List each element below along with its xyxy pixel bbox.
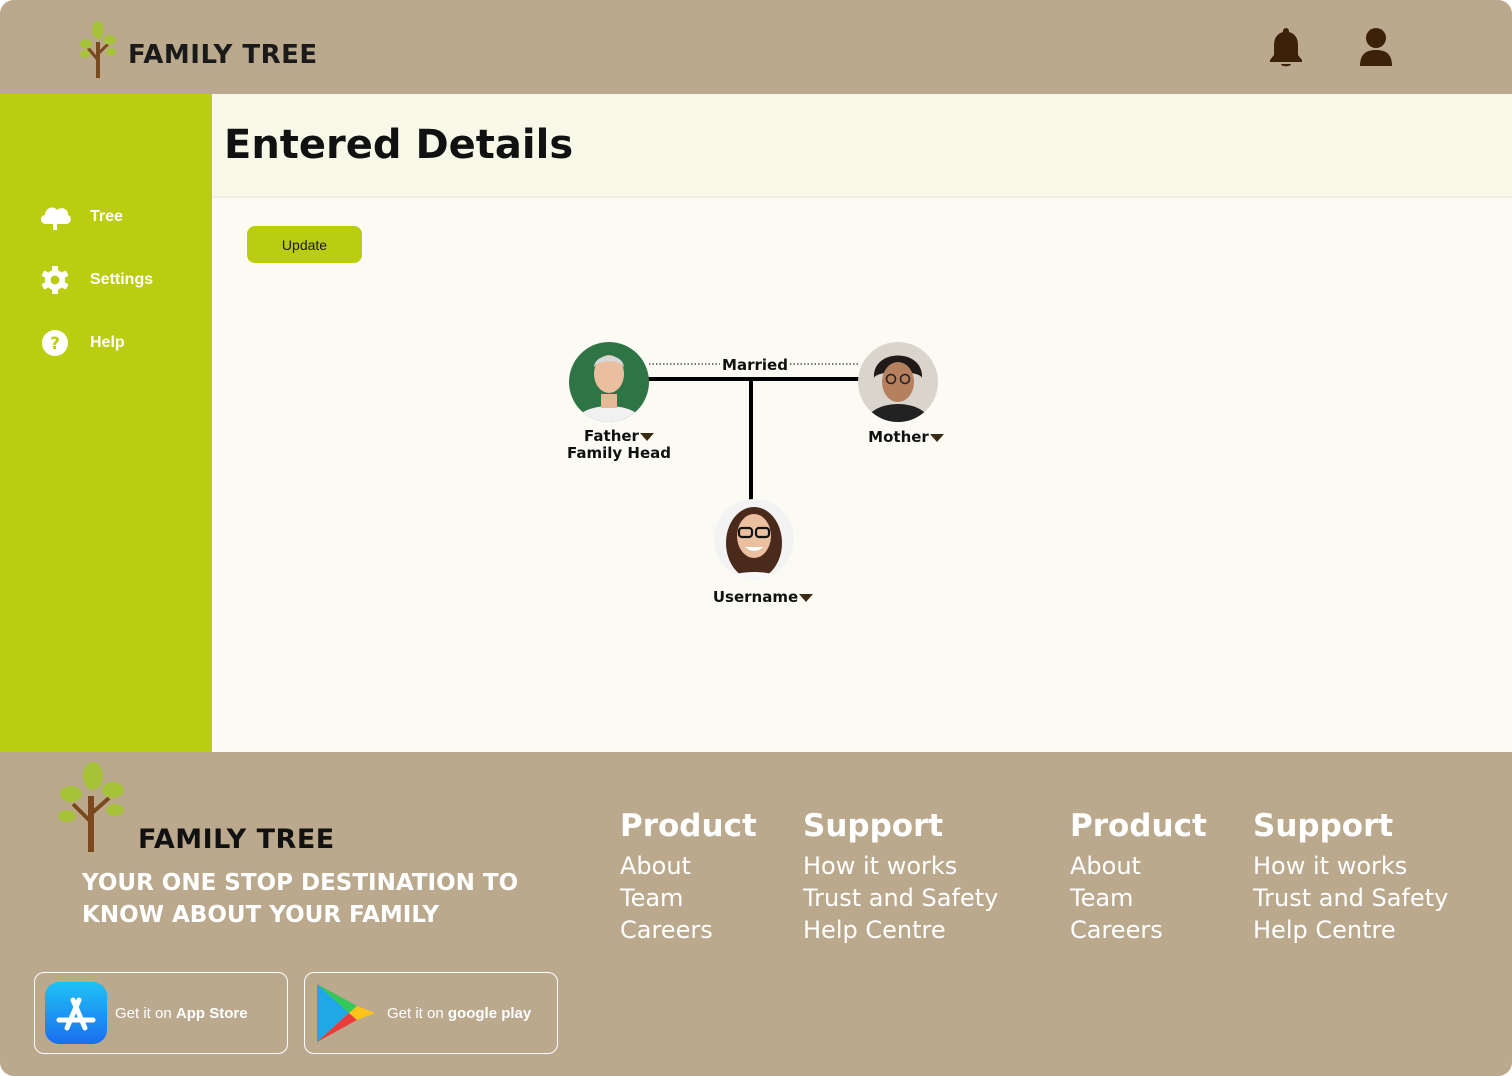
- footer-col-product-2: Product About Team Careers: [1070, 808, 1207, 946]
- child-node-label: Username: [708, 588, 818, 606]
- sidebar: Tree Settings ? Help: [0, 94, 212, 752]
- footer-link-careers[interactable]: Careers: [620, 914, 757, 946]
- footer-link-trust-safety[interactable]: Trust and Safety: [1253, 882, 1448, 914]
- user-icon[interactable]: [1356, 26, 1396, 68]
- footer-col-heading: Product: [1070, 808, 1207, 844]
- tree-logo-icon: [58, 762, 124, 852]
- footer-col-heading: Support: [803, 808, 944, 844]
- footer-brand-title: FAMILY TREE: [138, 824, 335, 855]
- footer-col-support-2: Support How it works Trust and Safety He…: [1253, 808, 1448, 946]
- app-store-button[interactable]: Get it on App Store: [34, 972, 288, 1054]
- child-avatar[interactable]: [714, 499, 794, 592]
- sidebar-item-settings[interactable]: Settings: [38, 263, 153, 297]
- google-play-name: google play: [447, 1004, 532, 1022]
- footer-link-how-it-works[interactable]: How it works: [1253, 850, 1448, 882]
- footer-col-product-1: Product About Team Careers: [620, 808, 757, 946]
- mother-dropdown-caret[interactable]: [929, 433, 944, 442]
- footer-col-heading: Support: [1253, 808, 1394, 844]
- top-header: FAMILY TREE: [0, 0, 1512, 94]
- footer-tagline: YOUR ONE STOP DESTINATION TO KNOW ABOUT …: [82, 870, 519, 928]
- footer-col-support-1: Support How it works Trust and Safety He…: [803, 808, 998, 946]
- footer-link-trust-safety[interactable]: Trust and Safety: [803, 882, 998, 914]
- father-node-label: Father Family Head: [564, 428, 674, 462]
- father-label: Father: [584, 427, 639, 445]
- google-play-button[interactable]: Get it on google play: [304, 972, 558, 1054]
- gear-icon: [38, 263, 72, 297]
- footer-col-heading: Product: [620, 808, 757, 844]
- tree-logo-icon: [80, 21, 116, 78]
- footer-link-team[interactable]: Team: [1070, 882, 1207, 914]
- app-store-text: Get it on App Store: [115, 1005, 248, 1022]
- footer-link-help-centre[interactable]: Help Centre: [1253, 914, 1448, 946]
- footer-link-about[interactable]: About: [1070, 850, 1207, 882]
- footer: FAMILY TREE YOUR ONE STOP DESTINATION TO…: [0, 752, 1512, 1076]
- title-band: Entered Details: [212, 94, 1512, 196]
- app-store-icon: [45, 982, 107, 1044]
- sidebar-item-label: Settings: [90, 271, 154, 288]
- sidebar-item-label: Tree: [90, 208, 123, 225]
- footer-link-how-it-works[interactable]: How it works: [803, 850, 998, 882]
- sidebar-item-label: Help: [90, 334, 125, 351]
- app-store-name: App Store: [175, 1004, 248, 1022]
- mother-node-label: Mother: [862, 428, 950, 446]
- cloud-icon: [38, 200, 72, 234]
- google-play-icon: [317, 984, 375, 1042]
- father-dropdown-caret[interactable]: [639, 432, 654, 441]
- app-frame: FAMILY TREE Tree Settings ? Help Entered…: [0, 0, 1512, 1076]
- sidebar-item-tree[interactable]: Tree: [38, 200, 123, 234]
- relation-label: Married: [722, 356, 788, 374]
- bell-icon[interactable]: [1266, 26, 1306, 68]
- child-label: Username: [712, 588, 799, 606]
- mother-label: Mother: [868, 428, 929, 446]
- google-play-prefix: Get it on: [387, 1004, 448, 1022]
- footer-link-help-centre[interactable]: Help Centre: [803, 914, 998, 946]
- brand-logo[interactable]: FAMILY TREE: [78, 20, 318, 78]
- sidebar-item-help[interactable]: ? Help: [38, 326, 125, 360]
- brand-title: FAMILY TREE: [128, 40, 318, 70]
- child-dropdown-caret[interactable]: [799, 593, 814, 602]
- google-play-text: Get it on google play: [387, 1005, 531, 1022]
- family-tree-diagram: Married: [569, 342, 938, 592]
- footer-link-careers[interactable]: Careers: [1070, 914, 1207, 946]
- svg-text:?: ?: [50, 334, 60, 354]
- app-store-prefix: Get it on: [115, 1004, 176, 1022]
- father-sublabel: Family Head: [567, 444, 671, 462]
- footer-link-team[interactable]: Team: [620, 882, 757, 914]
- main-content: Update Married Father Family Head Mother…: [212, 196, 1512, 752]
- footer-link-about[interactable]: About: [620, 850, 757, 882]
- page-title: Entered Details: [224, 122, 574, 168]
- help-icon: ?: [38, 326, 72, 360]
